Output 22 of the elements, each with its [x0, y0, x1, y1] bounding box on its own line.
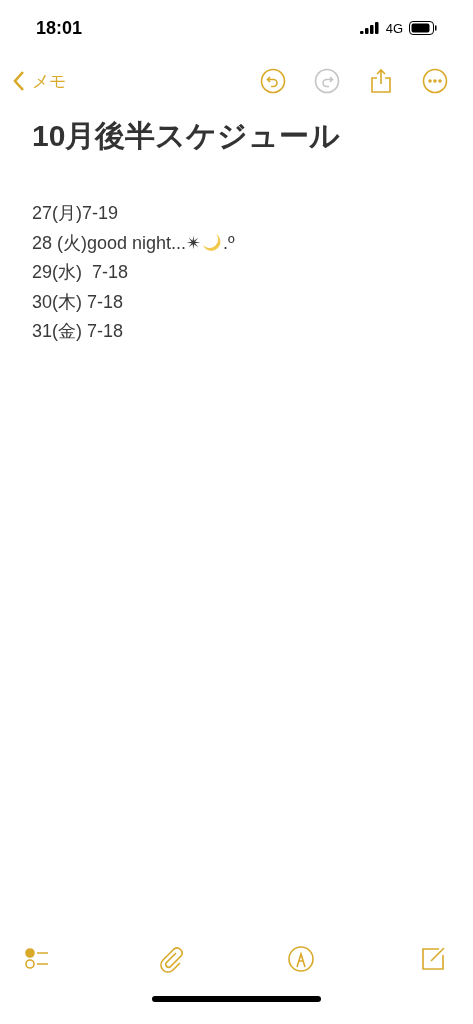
status-time: 18:01 [36, 17, 83, 39]
undo-button[interactable] [259, 67, 287, 95]
note-line: 29(水) 7-18 [32, 261, 129, 284]
markup-button[interactable] [287, 945, 316, 973]
signal-icon [359, 22, 380, 34]
note-line: 28 (火)good night...✴ [32, 231, 202, 255]
redo-icon [314, 68, 340, 94]
note-line: 31(金) 7-18 [32, 320, 124, 343]
share-icon [368, 68, 394, 94]
note-title: 10月後半スケジュール [32, 118, 342, 154]
back-label[interactable]: メモ [32, 69, 66, 93]
network-label: 4G [385, 20, 403, 36]
note-line: .º [223, 231, 235, 255]
chevron-left-icon [12, 70, 26, 92]
note-line: 27(月)7-19 [32, 202, 119, 225]
battery-icon [409, 21, 437, 35]
undo-icon [260, 68, 286, 94]
more-icon [422, 68, 448, 94]
more-button[interactable] [421, 67, 449, 95]
pen-tip-icon [287, 945, 316, 973]
back-button[interactable]: メモ [12, 69, 66, 93]
note-line: 30(木) 7-18 [32, 290, 124, 314]
